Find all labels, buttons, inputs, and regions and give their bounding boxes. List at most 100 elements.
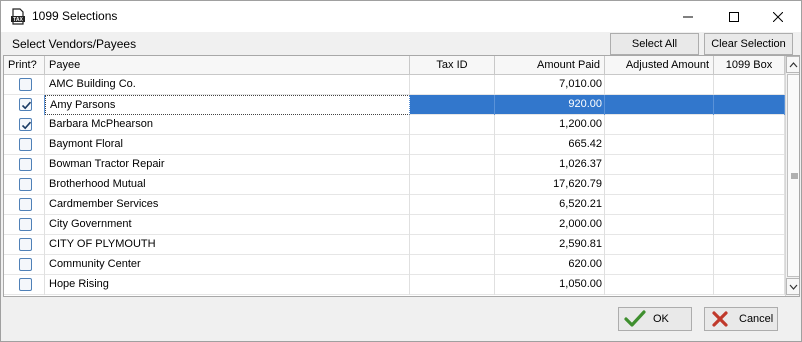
adjusted-amount-cell[interactable] bbox=[605, 195, 714, 215]
amount-paid-cell[interactable]: 17,620.79 bbox=[495, 175, 605, 195]
amount-paid-cell[interactable]: 665.42 bbox=[495, 135, 605, 155]
payee-cell[interactable]: Barbara McPhearson bbox=[45, 115, 410, 135]
adjusted-amount-cell[interactable] bbox=[605, 95, 714, 115]
table-row[interactable]: City Government 2,000.00 bbox=[4, 215, 785, 235]
1099-box-cell[interactable] bbox=[714, 175, 785, 195]
print-checkbox[interactable] bbox=[19, 218, 32, 231]
adjusted-amount-cell[interactable] bbox=[605, 235, 714, 255]
1099-box-cell[interactable] bbox=[714, 115, 785, 135]
ok-button[interactable]: OK bbox=[618, 307, 692, 331]
adjusted-amount-cell[interactable] bbox=[605, 175, 714, 195]
column-header-payee[interactable]: Payee bbox=[45, 56, 410, 75]
table-row[interactable]: Cardmember Services 6,520.21 bbox=[4, 195, 785, 215]
table-row[interactable]: Amy Parsons 920.00 bbox=[4, 95, 785, 115]
amount-paid-cell[interactable]: 7,010.00 bbox=[495, 75, 605, 95]
adjusted-amount-cell[interactable] bbox=[605, 155, 714, 175]
payee-cell[interactable]: Brotherhood Mutual bbox=[45, 175, 410, 195]
amount-paid-cell[interactable]: 2,000.00 bbox=[495, 215, 605, 235]
column-header-print[interactable]: Print? bbox=[4, 56, 45, 75]
1099-box-cell[interactable] bbox=[714, 235, 785, 255]
minimize-button[interactable] bbox=[665, 1, 711, 32]
payee-cell[interactable]: Amy Parsons bbox=[45, 95, 410, 115]
payee-cell[interactable]: Hope Rising bbox=[45, 275, 410, 295]
amount-paid-cell[interactable]: 620.00 bbox=[495, 255, 605, 275]
amount-paid-cell[interactable]: 2,590.81 bbox=[495, 235, 605, 255]
payee-cell[interactable]: Cardmember Services bbox=[45, 195, 410, 215]
table-row[interactable]: Brotherhood Mutual 17,620.79 bbox=[4, 175, 785, 195]
scroll-thumb[interactable] bbox=[787, 74, 799, 277]
print-cell[interactable] bbox=[4, 95, 45, 115]
table-row[interactable]: CITY OF PLYMOUTH 2,590.81 bbox=[4, 235, 785, 255]
print-checkbox[interactable] bbox=[19, 198, 32, 211]
maximize-button[interactable] bbox=[711, 1, 757, 32]
amount-paid-cell[interactable]: 1,050.00 bbox=[495, 275, 605, 295]
table-row[interactable]: Baymont Floral 665.42 bbox=[4, 135, 785, 155]
payee-cell[interactable]: CITY OF PLYMOUTH bbox=[45, 235, 410, 255]
cancel-button[interactable]: Cancel bbox=[704, 307, 778, 331]
adjusted-amount-cell[interactable] bbox=[605, 275, 714, 295]
print-checkbox[interactable] bbox=[19, 138, 32, 151]
print-cell[interactable] bbox=[4, 275, 45, 295]
1099-box-cell[interactable] bbox=[714, 95, 785, 115]
column-header-1099-box[interactable]: 1099 Box bbox=[714, 56, 785, 75]
print-cell[interactable] bbox=[4, 255, 45, 275]
print-checkbox[interactable] bbox=[19, 238, 32, 251]
tax-id-cell[interactable] bbox=[410, 135, 495, 155]
print-cell[interactable] bbox=[4, 215, 45, 235]
tax-id-cell[interactable] bbox=[410, 195, 495, 215]
tax-id-cell[interactable] bbox=[410, 75, 495, 95]
1099-box-cell[interactable] bbox=[714, 255, 785, 275]
print-cell[interactable] bbox=[4, 135, 45, 155]
table-row[interactable]: Barbara McPhearson 1,200.00 bbox=[4, 115, 785, 135]
tax-id-cell[interactable] bbox=[410, 155, 495, 175]
payee-cell[interactable]: Community Center bbox=[45, 255, 410, 275]
scroll-up-button[interactable] bbox=[786, 56, 799, 73]
amount-paid-cell[interactable]: 1,200.00 bbox=[495, 115, 605, 135]
table-row[interactable]: Community Center 620.00 bbox=[4, 255, 785, 275]
adjusted-amount-cell[interactable] bbox=[605, 135, 714, 155]
amount-paid-cell[interactable]: 6,520.21 bbox=[495, 195, 605, 215]
amount-paid-cell[interactable]: 1,026.37 bbox=[495, 155, 605, 175]
print-checkbox[interactable] bbox=[19, 118, 32, 131]
select-all-button[interactable]: Select All bbox=[610, 33, 699, 55]
print-checkbox[interactable] bbox=[19, 78, 32, 91]
tax-id-cell[interactable] bbox=[410, 215, 495, 235]
payee-cell[interactable]: City Government bbox=[45, 215, 410, 235]
payee-cell[interactable]: Bowman Tractor Repair bbox=[45, 155, 410, 175]
print-cell[interactable] bbox=[4, 155, 45, 175]
tax-id-cell[interactable] bbox=[410, 235, 495, 255]
close-button[interactable] bbox=[755, 1, 801, 32]
1099-box-cell[interactable] bbox=[714, 275, 785, 295]
table-row[interactable]: AMC Building Co. 7,010.00 bbox=[4, 75, 785, 95]
print-checkbox[interactable] bbox=[19, 158, 32, 171]
table-row[interactable]: Hope Rising 1,050.00 bbox=[4, 275, 785, 295]
column-header-amount-paid[interactable]: Amount Paid bbox=[495, 56, 605, 75]
print-checkbox[interactable] bbox=[19, 98, 32, 111]
tax-id-cell[interactable] bbox=[410, 275, 495, 295]
scroll-down-button[interactable] bbox=[786, 278, 799, 295]
column-header-adjusted-amount[interactable]: Adjusted Amount bbox=[605, 56, 714, 75]
print-cell[interactable] bbox=[4, 115, 45, 135]
payee-cell[interactable]: AMC Building Co. bbox=[45, 75, 410, 95]
table-row[interactable]: Bowman Tractor Repair 1,026.37 bbox=[4, 155, 785, 175]
1099-box-cell[interactable] bbox=[714, 195, 785, 215]
print-cell[interactable] bbox=[4, 235, 45, 255]
1099-box-cell[interactable] bbox=[714, 155, 785, 175]
print-checkbox[interactable] bbox=[19, 278, 32, 291]
1099-box-cell[interactable] bbox=[714, 215, 785, 235]
print-checkbox[interactable] bbox=[19, 178, 32, 191]
tax-id-cell[interactable] bbox=[410, 115, 495, 135]
column-header-tax-id[interactable]: Tax ID bbox=[410, 56, 495, 75]
clear-selection-button[interactable]: Clear Selection bbox=[704, 33, 793, 55]
amount-paid-cell[interactable]: 920.00 bbox=[495, 95, 605, 115]
print-cell[interactable] bbox=[4, 195, 45, 215]
adjusted-amount-cell[interactable] bbox=[605, 75, 714, 95]
print-checkbox[interactable] bbox=[19, 258, 32, 271]
payee-cell[interactable]: Baymont Floral bbox=[45, 135, 410, 155]
print-cell[interactable] bbox=[4, 75, 45, 95]
adjusted-amount-cell[interactable] bbox=[605, 255, 714, 275]
tax-id-cell[interactable] bbox=[410, 255, 495, 275]
1099-box-cell[interactable] bbox=[714, 75, 785, 95]
1099-box-cell[interactable] bbox=[714, 135, 785, 155]
tax-id-cell[interactable] bbox=[410, 95, 495, 115]
